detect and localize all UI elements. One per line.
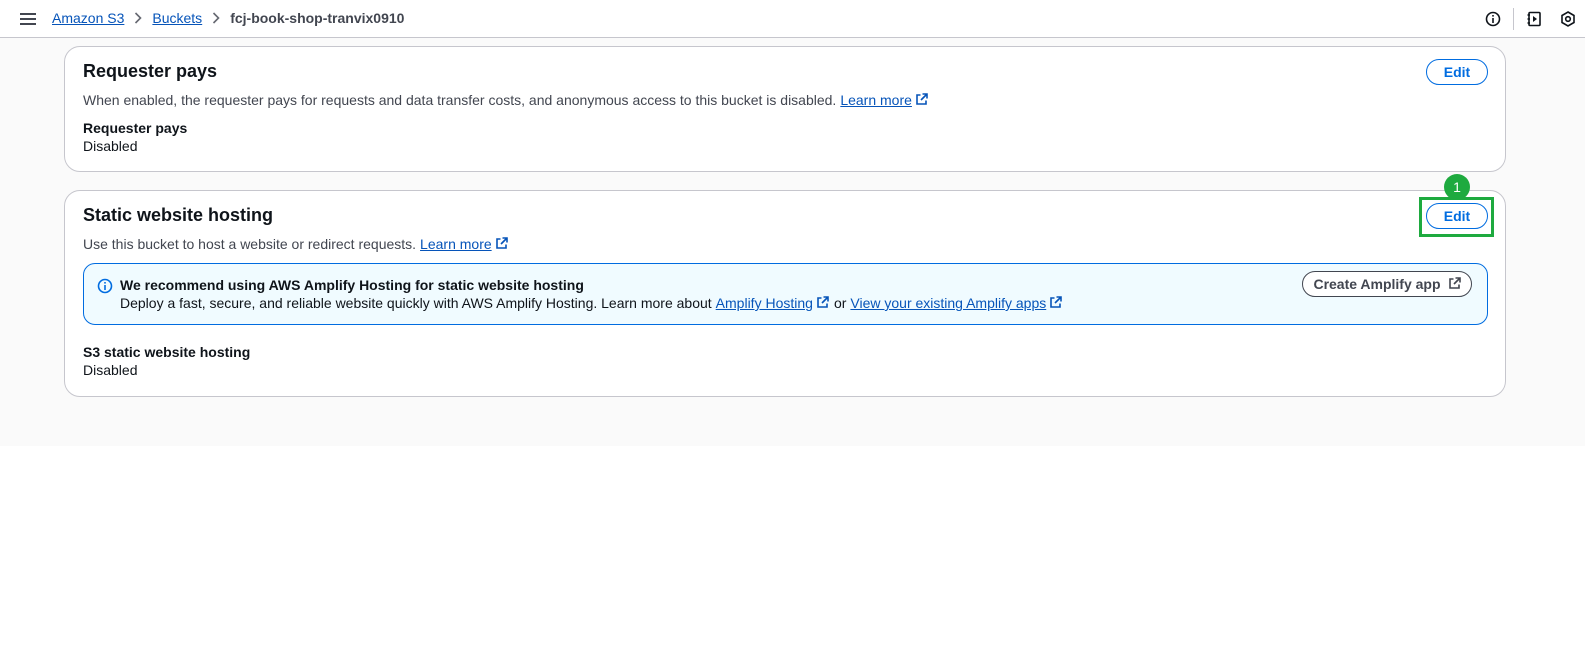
static-hosting-field-value: Disabled (83, 362, 138, 378)
static-hosting-description-text: Use this bucket to host a website or red… (83, 236, 417, 252)
static-website-hosting-panel: Static website hosting 1 Edit Use this b… (64, 174, 1506, 397)
top-navigation-bar: Amazon S3 Buckets fcj-book-shop-tranvix0… (0, 0, 1585, 38)
requester-pays-field-value: Disabled (83, 138, 138, 154)
breadcrumb: Amazon S3 Buckets fcj-book-shop-tranvix0… (52, 10, 404, 26)
create-amplify-app-label: Create Amplify app (1313, 276, 1441, 292)
external-link-icon (495, 236, 508, 252)
static-hosting-edit-button[interactable]: Edit (1426, 203, 1488, 229)
requester-pays-title: Requester pays (83, 61, 218, 81)
external-link-icon (1448, 276, 1461, 292)
notes-panel-icon[interactable] (1517, 0, 1551, 38)
amplify-recommendation-alert: We recommend using AWS Amplify Hosting f… (83, 263, 1488, 325)
requester-pays-description: When enabled, the requester pays for req… (83, 92, 928, 108)
main-content: Requester pays Edit When enabled, the re… (0, 38, 1585, 446)
requester-pays-description-text: When enabled, the requester pays for req… (83, 92, 837, 108)
view-amplify-apps-link[interactable]: View your existing Amplify apps (850, 295, 1063, 311)
top-right-tools (1476, 0, 1585, 38)
static-hosting-title: Static website hosting (83, 205, 274, 225)
chevron-right-icon (212, 12, 220, 24)
alert-body: Deploy a fast, secure, and reliable webs… (120, 295, 1063, 311)
requester-pays-field-label: Requester pays (83, 120, 188, 136)
amplify-hosting-link-text: Amplify Hosting (715, 295, 813, 311)
hamburger-menu-icon[interactable] (18, 9, 38, 29)
static-hosting-description: Use this bucket to host a website or red… (83, 236, 508, 252)
external-link-icon (1050, 295, 1063, 311)
external-link-icon (916, 92, 928, 108)
settings-hex-icon[interactable] (1551, 0, 1585, 38)
alert-title: We recommend using AWS Amplify Hosting f… (120, 277, 584, 293)
info-icon[interactable] (1476, 0, 1510, 38)
step-badge: 1 (1444, 174, 1470, 200)
breadcrumb-current-bucket: fcj-book-shop-tranvix0910 (230, 10, 405, 26)
toolbar-divider (1513, 8, 1514, 30)
static-hosting-field-label: S3 static website hosting (83, 344, 251, 360)
breadcrumb-buckets[interactable]: Buckets (152, 10, 202, 26)
learn-more-text: Learn more (840, 92, 912, 108)
breadcrumb-amazon-s3[interactable]: Amazon S3 (52, 10, 124, 26)
amplify-hosting-link[interactable]: Amplify Hosting (716, 295, 829, 311)
requester-pays-edit-button[interactable]: Edit (1426, 59, 1488, 85)
learn-more-text: Learn more (420, 236, 492, 252)
alert-or-text: or (833, 295, 847, 311)
requester-pays-panel: Requester pays Edit When enabled, the re… (64, 46, 1506, 172)
static-hosting-learn-more-link[interactable]: Learn more (420, 236, 508, 252)
alert-body-text: Deploy a fast, secure, and reliable webs… (120, 295, 712, 311)
requester-pays-learn-more-link[interactable]: Learn more (840, 92, 928, 108)
chevron-right-icon (134, 12, 143, 24)
external-link-icon (817, 295, 829, 311)
info-icon (97, 278, 113, 297)
view-amplify-apps-link-text: View your existing Amplify apps (850, 295, 1047, 311)
create-amplify-app-button[interactable]: Create Amplify app (1302, 271, 1472, 297)
